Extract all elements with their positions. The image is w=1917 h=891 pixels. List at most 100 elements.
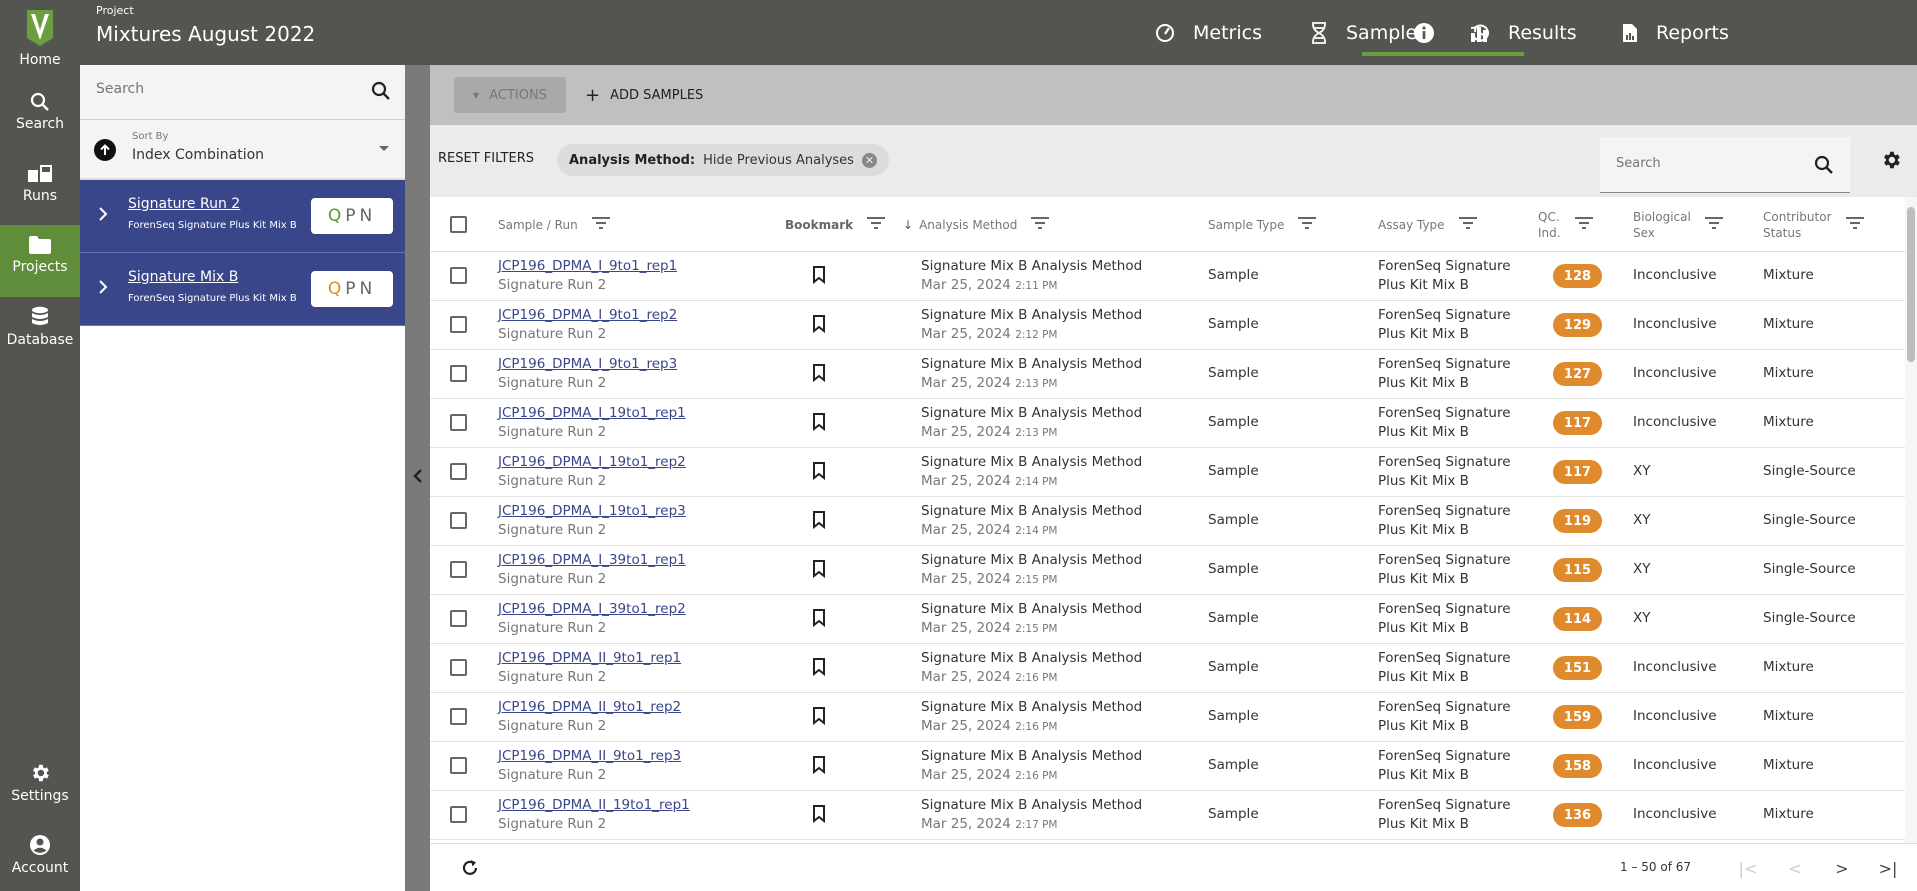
previous-page-icon[interactable]: < [1783,856,1807,880]
run-item[interactable]: Signature Run 2 ForenSeq Signature Plus … [80,180,405,253]
row-checkbox[interactable] [450,463,467,480]
tab-reports[interactable]: Reports [1622,0,1729,65]
bookmark-icon[interactable] [812,609,826,631]
row-checkbox[interactable] [450,316,467,333]
sample-name-link[interactable]: JCP196_DPMA_I_9to1_rep1 [498,257,677,276]
bookmark-icon[interactable] [812,462,826,484]
next-page-icon[interactable]: > [1830,856,1854,880]
tab-metrics[interactable]: Metrics [1155,0,1262,65]
row-checkbox[interactable] [450,610,467,627]
bookmark-icon[interactable] [812,707,826,729]
row-checkbox[interactable] [450,365,467,382]
table-row[interactable]: JCP196_DPMA_II_9to1_rep1 Signature Run 2S… [430,644,1905,693]
bookmark-icon[interactable] [812,266,826,288]
bookmark-icon[interactable] [812,413,826,435]
filter-icon[interactable] [1298,217,1317,232]
sort-direction-arrow-up-icon[interactable] [94,139,116,161]
run-name-link[interactable]: Signature Run 2 [128,196,240,212]
bookmark-icon[interactable] [812,315,826,337]
column-header-biological-sex[interactable]: Biological Sex [1633,197,1723,252]
add-samples-button[interactable]: + ADD SAMPLES [585,77,703,113]
refresh-icon[interactable] [460,858,480,882]
bookmark-icon[interactable] [812,364,826,386]
row-checkbox[interactable] [450,512,467,529]
column-header-sample-run[interactable]: Sample / Run [498,197,610,252]
chevron-right-icon[interactable] [98,206,108,226]
filter-icon[interactable] [1704,217,1723,232]
filter-icon[interactable] [867,217,886,232]
chevron-right-icon[interactable] [98,279,108,299]
qc-indicator-badge[interactable]: 129 [1553,313,1602,337]
table-row[interactable]: JCP196_DPMA_II_9to1_rep3 Signature Run 2S… [430,742,1905,791]
qc-indicator-badge[interactable]: 127 [1553,362,1602,386]
rail-item-projects[interactable]: Projects [0,225,80,297]
rail-item-database[interactable]: Database [0,306,80,348]
rail-item-account[interactable]: Account [0,834,80,876]
qc-indicator-badge[interactable]: 159 [1553,705,1602,729]
row-checkbox[interactable] [450,659,467,676]
sample-name-link[interactable]: JCP196_DPMA_II_9to1_rep3 [498,747,681,766]
collapse-panel-handle[interactable] [405,65,430,891]
bookmark-icon[interactable] [812,658,826,680]
table-row[interactable]: JCP196_DPMA_I_39to1_rep2 Signature Run 2S… [430,595,1905,644]
filter-icon[interactable] [1845,217,1864,232]
sample-name-link[interactable]: JCP196_DPMA_I_39to1_rep1 [498,551,686,570]
scrollbar-thumb[interactable] [1907,207,1915,362]
table-row[interactable]: JCP196_DPMA_I_19to1_rep3 Signature Run 2S… [430,497,1905,546]
qc-indicator-badge[interactable]: 117 [1553,411,1602,435]
filter-icon[interactable] [591,217,610,232]
first-page-icon[interactable]: |< [1736,856,1760,880]
column-header-bookmark[interactable]: Bookmark [785,197,886,252]
table-row[interactable]: JCP196_DPMA_I_9to1_rep1 Signature Run 2 Si… [430,252,1905,301]
bookmark-icon[interactable] [812,511,826,533]
row-checkbox[interactable] [450,267,467,284]
bookmark-icon[interactable] [812,756,826,778]
rail-item-search[interactable]: Search [0,92,80,132]
filter-icon[interactable] [1458,217,1477,232]
search-icon[interactable] [1814,155,1834,179]
clear-filter-icon[interactable]: ✕ [861,152,877,168]
sort-by-select[interactable]: Sort By Index Combination [80,120,405,180]
filter-icon[interactable] [1031,217,1050,232]
qc-indicator-badge[interactable]: 128 [1553,264,1602,288]
sample-name-link[interactable]: JCP196_DPMA_I_9to1_rep3 [498,355,677,374]
table-row[interactable]: JCP196_DPMA_II_19to1_rep1 Signature Run 2… [430,791,1905,840]
column-header-analysis-method[interactable]: ↓ Analysis Method [903,197,1050,252]
rail-item-settings[interactable]: Settings [0,762,80,804]
bookmark-icon[interactable] [812,805,826,827]
run-item[interactable]: Signature Mix B ForenSeq Signature Plus … [80,253,405,326]
table-row[interactable]: JCP196_DPMA_I_19to1_rep1 Signature Run 2S… [430,399,1905,448]
vertical-scrollbar[interactable] [1905,197,1917,843]
sample-name-link[interactable]: JCP196_DPMA_I_19to1_rep3 [498,502,686,521]
select-all-checkbox[interactable] [450,216,467,233]
table-row[interactable]: JCP196_DPMA_II_9to1_rep2 Signature Run 2S… [430,693,1905,742]
runs-search-input[interactable] [96,81,356,97]
sample-name-link[interactable]: JCP196_DPMA_I_39to1_rep2 [498,600,686,619]
table-row[interactable]: JCP196_DPMA_I_9to1_rep3 Signature Run 2 Si… [430,350,1905,399]
search-icon[interactable] [371,81,391,105]
column-header-sample-type[interactable]: Sample Type [1208,197,1317,252]
qc-indicator-badge[interactable]: 158 [1553,754,1602,778]
column-header-contributor-status[interactable]: Contributor Status [1763,197,1864,252]
table-row[interactable]: JCP196_DPMA_I_39to1_rep1 Signature Run 2S… [430,546,1905,595]
actions-button[interactable]: ▼ ACTIONS [454,77,566,113]
row-checkbox[interactable] [450,414,467,431]
info-icon[interactable] [1411,20,1437,46]
qc-indicator-badge[interactable]: 136 [1553,803,1602,827]
reset-filters-button[interactable]: RESET FILTERS [438,151,534,166]
samples-search-input[interactable] [1616,156,1806,171]
table-row[interactable]: JCP196_DPMA_I_9to1_rep2 Signature Run 2 Si… [430,301,1905,350]
qc-indicator-badge[interactable]: 115 [1553,558,1602,582]
sample-name-link[interactable]: JCP196_DPMA_I_19to1_rep1 [498,404,686,423]
column-header-assay-type[interactable]: Assay Type [1378,197,1477,252]
row-checkbox[interactable] [450,561,467,578]
sample-name-link[interactable]: JCP196_DPMA_I_19to1_rep2 [498,453,686,472]
bookmark-icon[interactable] [812,560,826,582]
table-settings-gear-icon[interactable] [1880,149,1902,175]
qc-indicator-badge[interactable]: 117 [1553,460,1602,484]
history-icon[interactable] [1467,20,1493,46]
rail-item-runs[interactable]: Runs [0,164,80,204]
qc-indicator-badge[interactable]: 151 [1553,656,1602,680]
row-checkbox[interactable] [450,708,467,725]
row-checkbox[interactable] [450,757,467,774]
